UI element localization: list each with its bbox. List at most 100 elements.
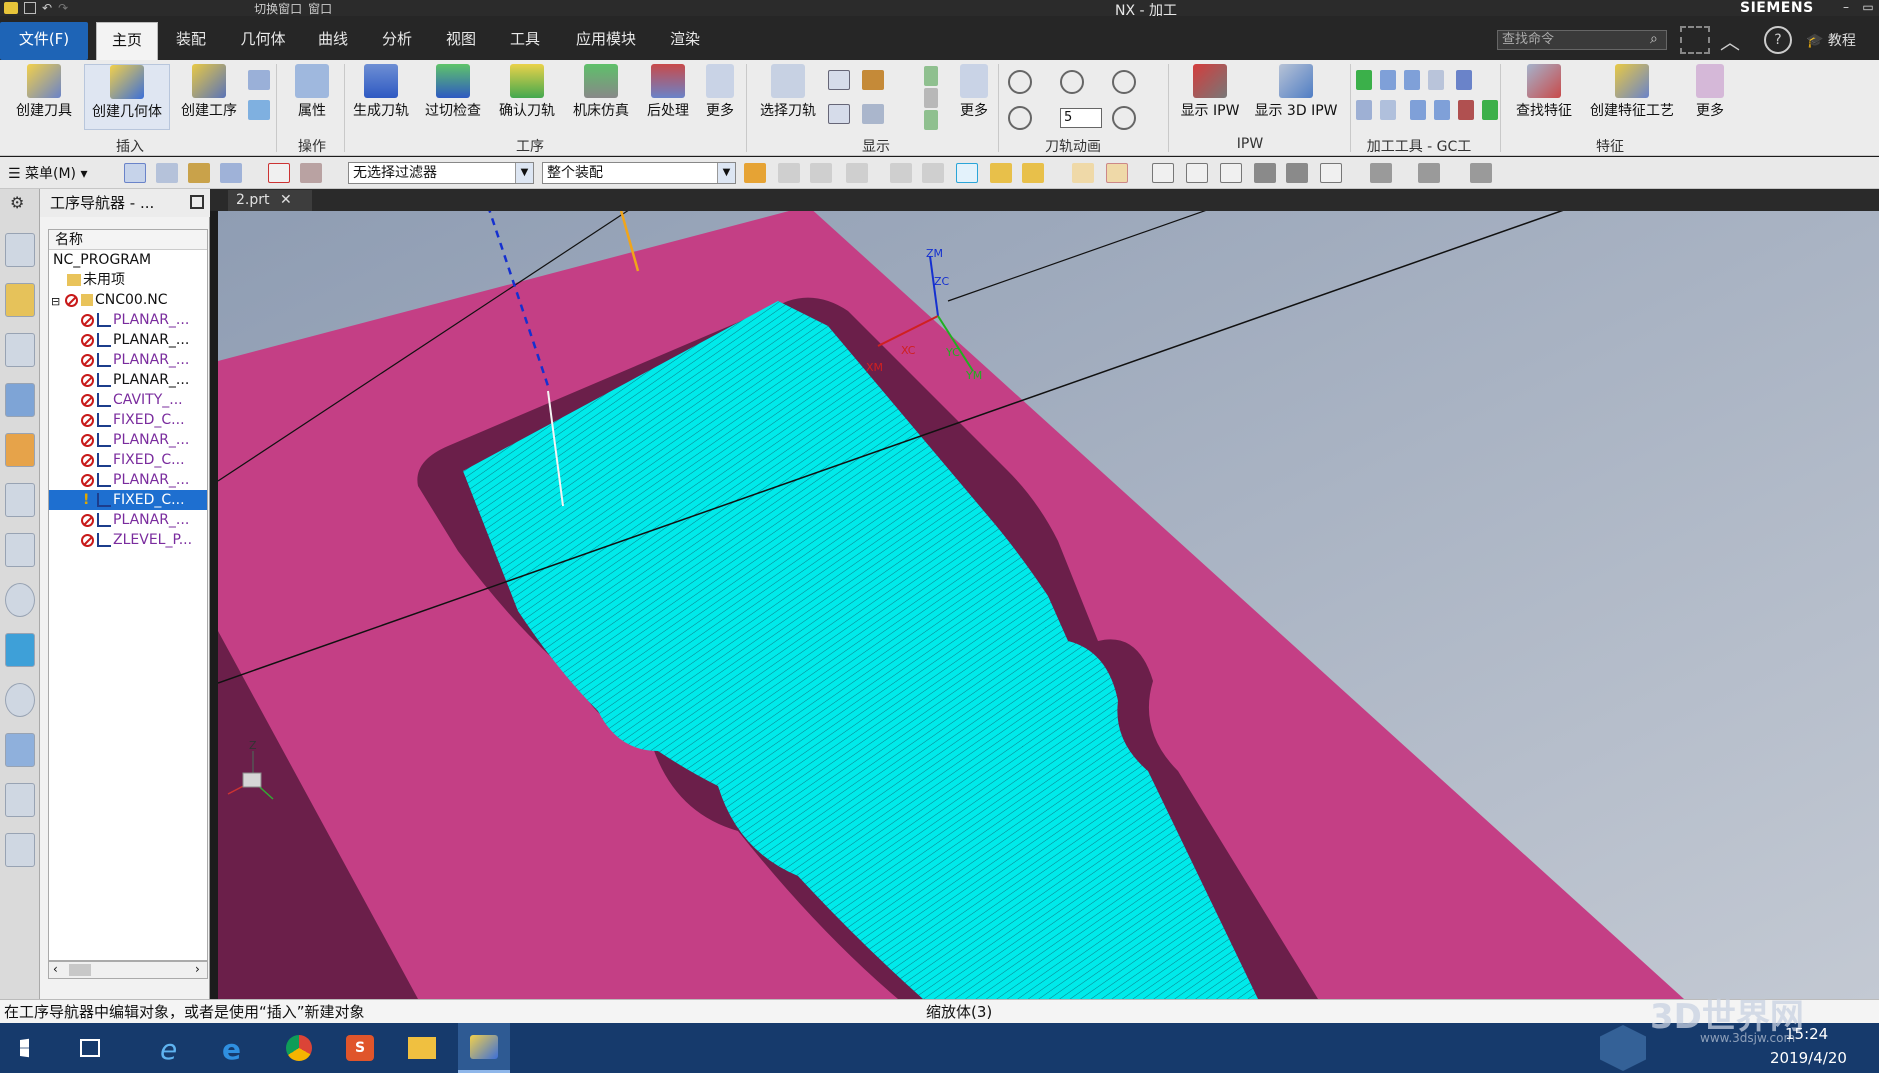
graphics-window[interactable]: ZM ZC XC YC XM YM Z	[218, 211, 1879, 999]
pause-icon[interactable]	[1060, 70, 1084, 94]
window-menu-button[interactable]: 窗口	[308, 0, 332, 17]
tab-analysis[interactable]: 分析	[372, 22, 422, 60]
gc-tool-4-icon[interactable]	[1428, 70, 1444, 90]
funnel-icon[interactable]	[846, 163, 868, 183]
tool-display-icon[interactable]	[300, 163, 322, 183]
tab-applications[interactable]: 应用模块	[566, 22, 646, 60]
machine-tool-view-icon[interactable]	[156, 163, 178, 183]
tutorial-link[interactable]: 🎓 教程	[1806, 30, 1856, 50]
close-icon[interactable]: ✕	[280, 192, 292, 208]
operation-row[interactable]: FIXED_C...	[49, 410, 207, 430]
layer-visibility-icon[interactable]	[1470, 163, 1492, 183]
tool-display-icon[interactable]	[862, 70, 884, 90]
gc-tool-6-icon[interactable]	[1356, 100, 1372, 120]
tab-home[interactable]: 主页	[96, 22, 158, 60]
search-icon[interactable]: ⌕	[1650, 31, 1658, 47]
tree-root[interactable]: NC_PROGRAM	[49, 250, 207, 270]
name-column-header[interactable]: 名称	[49, 230, 207, 250]
view-orient-icon[interactable]	[1370, 163, 1392, 183]
snap-icon-2[interactable]	[890, 163, 912, 183]
collapse-icon[interactable]: ⊟	[51, 292, 60, 310]
toolpath-display-icon[interactable]	[268, 163, 290, 183]
fullscreen-icon[interactable]	[1680, 26, 1710, 54]
machine-navigator-tab[interactable]	[5, 433, 35, 467]
model-view[interactable]: ZM ZC XC YC XM YM Z	[218, 211, 1879, 999]
snap-point-2-icon[interactable]	[1022, 163, 1044, 183]
file-menu[interactable]: 文件(F)	[0, 22, 88, 60]
process-more-button[interactable]: 更多	[700, 64, 740, 130]
shaded-icon[interactable]	[1072, 163, 1094, 183]
verify-toolpath-button[interactable]: 确认刀轨	[494, 64, 560, 130]
display-mode-icon[interactable]	[1418, 163, 1440, 183]
document-tab[interactable]: 2.prt ✕	[228, 190, 312, 211]
gc-tool-10-icon[interactable]	[1458, 100, 1474, 120]
gc-tool-9-icon[interactable]	[1434, 100, 1450, 120]
step-back-icon[interactable]	[1008, 70, 1032, 94]
ie-taskbar-button[interactable]: e	[148, 1023, 200, 1073]
find-feature-button[interactable]: 查找特征	[1508, 64, 1580, 130]
fit-all-icon[interactable]	[1320, 163, 1342, 183]
collapse-ribbon-icon[interactable]: ︿	[1720, 26, 1740, 55]
tab-curve[interactable]: 曲线	[308, 22, 358, 60]
create-feature-process-button[interactable]: 创建特征工艺	[1584, 64, 1680, 130]
info-tab[interactable]	[5, 583, 35, 617]
render-style-icon[interactable]	[1286, 163, 1308, 183]
operation-row[interactable]: PLANAR_...	[49, 510, 207, 530]
generate-toolpath-button[interactable]: 生成刀轨	[348, 64, 414, 130]
method-view-icon[interactable]	[220, 163, 242, 183]
constraint-navigator-tab[interactable]	[5, 333, 35, 367]
tab-render[interactable]: 渲染	[660, 22, 710, 60]
restore-icon[interactable]: ▭	[1860, 0, 1876, 14]
fast-forward-icon[interactable]	[1112, 106, 1136, 130]
help-icon[interactable]: ?	[1764, 26, 1792, 54]
properties-button[interactable]: 属性	[284, 64, 340, 130]
replay-icon[interactable]	[828, 70, 850, 90]
small-insert-icon-2[interactable]	[248, 100, 270, 120]
history-tab[interactable]	[5, 683, 35, 717]
gouge-check-button[interactable]: 过切检查	[420, 64, 486, 130]
gc-tool-7-icon[interactable]	[1380, 100, 1396, 120]
select-feature-icon[interactable]	[744, 163, 766, 183]
task-view-button[interactable]	[64, 1023, 116, 1073]
gc-tool-5-icon[interactable]	[1456, 70, 1472, 90]
tree-unused[interactable]: 未用项	[49, 270, 207, 290]
snap-icon-1[interactable]	[778, 163, 800, 183]
program-order-view-icon[interactable]	[124, 163, 146, 183]
save-icon[interactable]	[24, 2, 36, 14]
snap-point-icon[interactable]	[990, 163, 1012, 183]
part-navigator-tab[interactable]	[5, 233, 35, 267]
create-tool-button[interactable]: 创建刀具	[8, 64, 80, 130]
command-search-input[interactable]: 查找命令	[1497, 30, 1667, 50]
move-up-icon[interactable]	[924, 66, 938, 86]
tree-program[interactable]: ⊟ CNC00.NC	[49, 290, 207, 310]
features-more-button[interactable]: 更多	[1690, 64, 1730, 130]
wireframe-icon[interactable]	[1106, 163, 1128, 183]
gear-icon[interactable]: ⚙	[10, 193, 24, 212]
tab-geometry[interactable]: 几何体	[232, 22, 294, 60]
operation-row[interactable]: PLANAR_...	[49, 350, 207, 370]
hexagon-icon[interactable]	[956, 163, 978, 183]
layer-icon[interactable]	[924, 88, 938, 108]
operation-row[interactable]: FIXED_C...	[49, 450, 207, 470]
gc-tool-11-icon[interactable]	[1482, 100, 1498, 120]
create-geometry-button[interactable]: 创建几何体	[84, 64, 170, 130]
machine-simulation-button[interactable]: 机床仿真	[568, 64, 634, 130]
minimize-icon[interactable]: –	[1838, 0, 1854, 14]
fit-icon[interactable]	[1152, 163, 1174, 183]
operation-row[interactable]: PLANAR_...	[49, 470, 207, 490]
display-more-button[interactable]: 更多	[954, 64, 994, 130]
operation-row[interactable]: ! FIXED_C...	[49, 490, 207, 510]
chrome-taskbar-button[interactable]	[272, 1023, 324, 1073]
operation-row[interactable]: PLANAR_...	[49, 310, 207, 330]
operation-row[interactable]: CAVITY_...	[49, 390, 207, 410]
web-browser-tab[interactable]	[5, 633, 35, 667]
animation-speed-select[interactable]: 5	[1060, 108, 1102, 128]
feature-navigator-tab[interactable]	[5, 483, 35, 517]
menu-button[interactable]: ☰ 菜单(M) ▾	[8, 163, 88, 183]
maximize-panel-icon[interactable]	[190, 195, 204, 209]
show-ipw-button[interactable]: 显示 IPW	[1174, 64, 1246, 130]
start-button[interactable]	[4, 1023, 56, 1073]
scroll-right-icon[interactable]: ›	[195, 962, 200, 976]
list-toolpath-icon[interactable]	[828, 104, 850, 124]
tab-tools[interactable]: 工具	[500, 22, 550, 60]
